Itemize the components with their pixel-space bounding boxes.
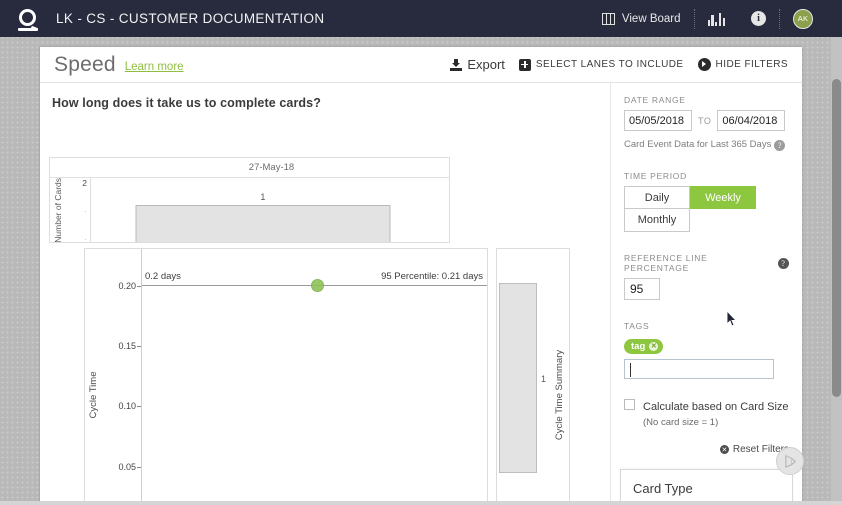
scatter-ytick-1: 0.05 <box>118 462 141 472</box>
chevron-right-circle-icon <box>697 58 711 71</box>
scatter-ytick-3: 0.15 <box>118 341 141 351</box>
calculate-card-size-checkbox[interactable] <box>624 399 635 410</box>
screen-root: LK - CS - CUSTOMER DOCUMENTATION View Bo… <box>0 0 842 505</box>
select-lanes-label: SELECT LANES TO INCLUDE <box>535 59 684 70</box>
hide-filters-button[interactable]: HIDE FILTERS <box>697 58 788 71</box>
calculate-card-size-sublabel: (No card size = 1) <box>643 417 719 428</box>
tag-chip-list: tag ✕ <box>624 336 789 354</box>
date-to-input[interactable] <box>717 110 786 131</box>
plus-square-icon <box>518 58 531 71</box>
time-period-daily[interactable]: Daily <box>624 186 690 209</box>
leankit-logo-icon <box>17 7 39 31</box>
info-icon: i <box>751 11 766 26</box>
tag-chip[interactable]: tag ✕ <box>624 339 664 354</box>
avatar: AK <box>793 8 813 29</box>
board-title: LK - CS - CUSTOMER DOCUMENTATION <box>56 11 325 26</box>
board-icon <box>601 12 615 25</box>
chart-question-title: How long does it take us to complete car… <box>52 96 321 110</box>
page-scrollbar-track[interactable] <box>831 37 842 505</box>
time-period-monthly[interactable]: Monthly <box>624 209 690 232</box>
histogram-facet-label: 27-May-18 <box>50 158 449 178</box>
reference-line-percentage-text: REFERENCE LINE PERCENTAGE <box>624 253 708 273</box>
scatter-y-axis-title: Cycle Time <box>88 371 99 418</box>
page-scrollbar-thumb[interactable] <box>832 79 841 397</box>
histogram-ytick-2: 2 <box>82 178 87 188</box>
cube-glyph <box>784 454 796 468</box>
calculate-card-size-text-wrap: Calculate based on Card Size (No card si… <box>643 397 789 428</box>
date-range-row: TO <box>624 110 789 131</box>
reference-line-left-label: 0.2 days <box>145 271 181 282</box>
histogram-y-axis-title-wrap: Number of Cards <box>50 178 66 243</box>
scatter-ytick-4: 0.20 <box>118 281 141 291</box>
app-logo[interactable] <box>0 7 56 31</box>
time-period-selector: Daily Weekly Monthly <box>624 186 756 232</box>
reference-line-right-label: 95 Percentile: 0.21 days <box>381 271 483 282</box>
date-to-separator-label: TO <box>698 115 712 126</box>
card-event-hint: Card Event Data for Last 365 Days ? <box>624 138 789 151</box>
histogram-plot-area[interactable]: 1 <box>90 178 449 242</box>
cards-completed-histogram[interactable]: 27-May-18 Number of Cards 2 · · 1 <box>49 157 450 243</box>
card-type-label: Card Type <box>633 481 693 496</box>
learn-more-link[interactable]: Learn more <box>125 56 184 73</box>
calculate-card-size-row[interactable]: Calculate based on Card Size (No card si… <box>624 397 789 428</box>
reset-icon: ✕ <box>719 445 729 454</box>
histogram-bar[interactable] <box>135 205 391 242</box>
mouse-cursor <box>726 309 738 327</box>
scatter-data-point[interactable] <box>311 279 324 292</box>
view-board-label: View Board <box>621 12 681 25</box>
text-caret <box>630 363 631 377</box>
cycle-time-summary-chart[interactable]: 1 Cycle Time Summary <box>496 248 570 505</box>
export-label: Export <box>467 57 505 72</box>
speed-report-panel: Speed Learn more Export SELECT LANES TO … <box>40 47 802 505</box>
scatter-y-ticks: 0.00 0.05 0.10 0.15 0.20 <box>103 249 141 505</box>
top-navigation-bar: LK - CS - CUSTOMER DOCUMENTATION View Bo… <box>0 0 842 37</box>
panel-header: Speed Learn more Export SELECT LANES TO … <box>40 47 802 83</box>
time-period-weekly[interactable]: Weekly <box>690 186 756 209</box>
reference-line-percentage-input[interactable] <box>624 278 660 300</box>
analytics-button[interactable] <box>695 12 738 26</box>
select-lanes-button[interactable]: SELECT LANES TO INCLUDE <box>518 58 684 71</box>
tags-label: TAGS <box>624 321 650 331</box>
help-icon-reference-line[interactable]: ? <box>778 257 789 269</box>
page-title: Speed <box>54 52 116 76</box>
card-type-section[interactable]: Card Type <box>620 469 793 505</box>
filters-panel: DATE RANGE TO Card Event Data for Last 3… <box>610 83 802 505</box>
summary-plot-area[interactable]: 1 <box>497 249 547 505</box>
panel-body: How long does it take us to complete car… <box>40 83 802 505</box>
scatter-ytick-2: 0.10 <box>118 401 141 411</box>
summary-bar[interactable] <box>499 283 537 473</box>
histogram-y-ticks: 2 · · <box>82 178 87 243</box>
export-button[interactable]: Export <box>450 57 505 72</box>
top-nav-actions: View Board i AK <box>589 8 842 29</box>
help-button[interactable]: i <box>738 11 779 26</box>
window-bottom-edge <box>0 501 842 505</box>
date-from-input[interactable] <box>624 110 692 131</box>
close-icon[interactable]: ✕ <box>649 342 659 351</box>
histogram-y-axis-title: Number of Cards <box>53 178 63 243</box>
scatter-y-axis: Cycle Time 0.00 0.05 0.10 0.15 0.20 <box>85 249 141 505</box>
panel-header-actions: Export SELECT LANES TO INCLUDE HIDE FILT… <box>450 57 788 72</box>
summary-bar-value: 1 <box>541 374 547 384</box>
summary-axis-title: Cycle Time Summary <box>554 349 565 440</box>
watermark-badge-icon <box>776 447 804 475</box>
help-icon-card-event[interactable]: ? <box>774 140 786 151</box>
reference-line-percentage-label: REFERENCE LINE PERCENTAGE ? <box>624 253 789 273</box>
date-range-label: DATE RANGE <box>624 95 686 105</box>
calculate-card-size-label: Calculate based on Card Size <box>643 401 789 413</box>
charts-column: How long does it take us to complete car… <box>40 83 610 505</box>
tag-chip-label: tag <box>631 341 646 352</box>
card-event-hint-text: Card Event Data for Last 365 Days <box>624 139 772 150</box>
tag-input[interactable] <box>624 359 774 379</box>
user-menu[interactable]: AK <box>780 8 826 29</box>
time-period-label: TIME PERIOD <box>624 171 687 181</box>
scatter-plot-area[interactable]: 0.2 days 95 Percentile: 0.21 days <box>141 249 487 505</box>
hide-filters-label: HIDE FILTERS <box>715 59 788 70</box>
cycle-time-scatter-chart[interactable]: Cycle Time 0.00 0.05 0.10 0.15 0.20 0.2 … <box>84 248 488 505</box>
histogram-bar-value: 1 <box>260 192 266 202</box>
bar-chart-icon <box>707 12 725 26</box>
reset-filters-button[interactable]: ✕ Reset Filters <box>624 444 789 455</box>
view-board-button[interactable]: View Board <box>589 12 694 25</box>
export-icon <box>450 58 463 71</box>
